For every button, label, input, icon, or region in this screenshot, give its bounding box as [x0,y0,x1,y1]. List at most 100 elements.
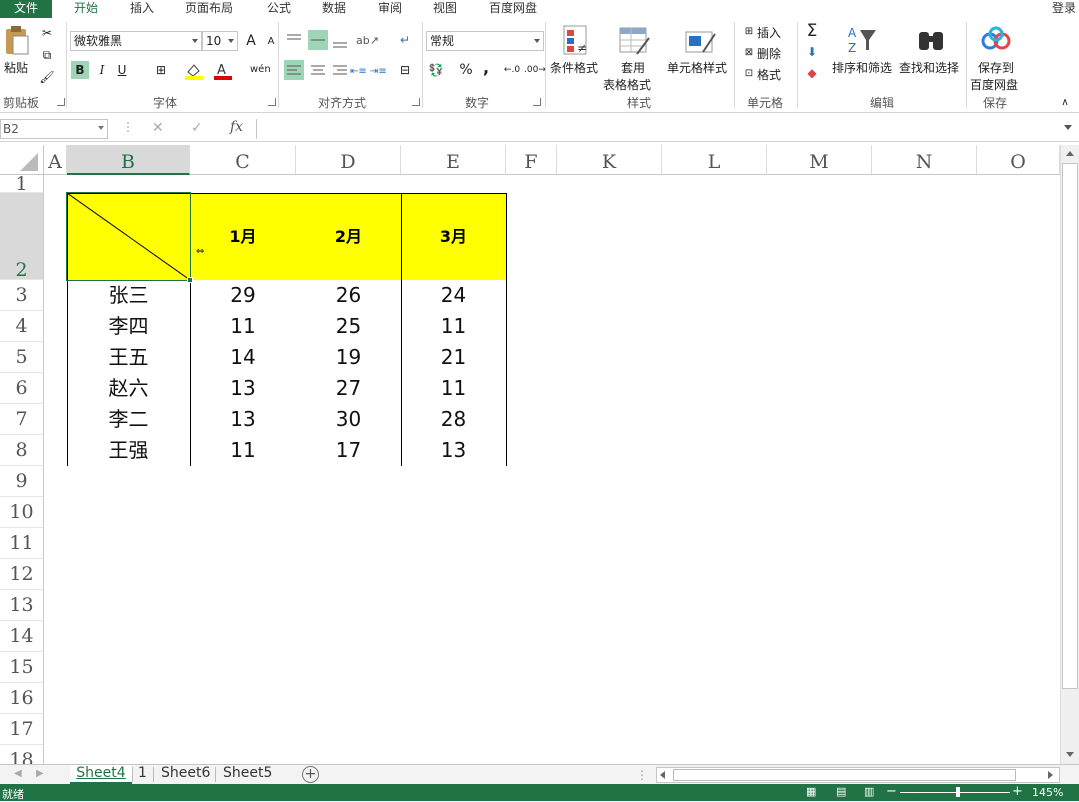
border-icon[interactable]: ⊞ [152,61,170,79]
prev-sheet-icon[interactable]: ◀ [14,768,22,779]
value-cell[interactable]: 26 [296,280,401,311]
tab-insert[interactable]: 插入 [130,0,154,18]
column-header-b[interactable]: B [67,145,190,175]
name-box[interactable]: B2 [0,119,108,139]
sort-filter-icon[interactable]: AZ [846,24,880,56]
add-sheet-icon[interactable]: + [302,766,319,783]
value-cell[interactable]: 30 [296,404,401,435]
sheet-tab-sheet5[interactable]: Sheet5 [223,765,272,784]
sheet-tab-sheet6[interactable]: Sheet6 [161,765,210,784]
cut-icon[interactable]: ✂ [38,24,56,42]
delete-cells-button[interactable]: 删除 [757,45,781,62]
row-header-15[interactable]: 15 [0,652,44,683]
copy-icon[interactable]: ⧉ [38,46,56,64]
scroll-up-icon[interactable] [1066,151,1074,156]
format-as-table-icon[interactable] [617,24,651,58]
row-header-10[interactable]: 10 [0,497,44,528]
percent-button[interactable]: % [457,61,475,79]
decrease-decimal-icon[interactable]: .00→ [524,61,546,79]
vertical-align-icons[interactable]: ab↗ [284,30,394,50]
format-cells-button[interactable]: 格式 [757,66,781,83]
sheet-tab-sheet4[interactable]: Sheet4 [70,765,132,784]
conditional-format-button[interactable]: 条件格式 [550,59,598,76]
value-cell[interactable]: 27 [296,373,401,404]
value-cell[interactable]: 13 [190,404,296,435]
tab-split-grip-icon[interactable]: ⋮ [636,768,648,782]
column-header-o[interactable]: O [977,145,1060,175]
cell-styles-icon[interactable] [683,24,717,58]
delete-cells-icon[interactable]: ⊠ [740,44,758,62]
row-header-6[interactable]: 6 [0,373,44,404]
find-select-button[interactable]: 查找和选择 [899,59,959,76]
number-launcher-icon[interactable] [533,98,541,106]
fill-icon[interactable]: ⬇ [803,43,821,61]
tab-page-layout[interactable]: 页面布局 [185,0,233,18]
wrap-text-icon[interactable]: ↵ [396,31,414,49]
tab-baidu-netdisk[interactable]: 百度网盘 [489,0,537,18]
zoom-in-icon[interactable]: + [1012,784,1023,799]
select-all-button[interactable] [0,145,44,175]
tab-home[interactable]: 开始 [74,0,98,18]
selected-cell-b2[interactable] [66,192,191,281]
column-header-d[interactable]: D [296,145,401,175]
tab-formulas[interactable]: 公式 [267,0,291,18]
save-to-baidu-label-1[interactable]: 保存到 [978,59,1014,76]
font-color-icon[interactable]: A [213,62,233,80]
format-painter-icon[interactable]: 🖌 [38,68,56,86]
value-cell[interactable]: 11 [401,373,506,404]
page-layout-view-icon[interactable]: ▤ [836,785,846,798]
value-cell[interactable]: 28 [401,404,506,435]
name-cell[interactable]: 王强 [67,435,190,466]
row-header-17[interactable]: 17 [0,714,44,745]
month-header[interactable]: 1月 [190,193,296,280]
value-cell[interactable]: 21 [401,342,506,373]
phonetic-icon[interactable]: wén [250,61,271,79]
format-as-table-label-2[interactable]: 表格格式 [603,76,651,93]
row-header-5[interactable]: 5 [0,342,44,373]
insert-cells-button[interactable]: 插入 [757,24,781,41]
row-header-11[interactable]: 11 [0,528,44,559]
value-cell[interactable]: 19 [296,342,401,373]
row-header-2[interactable]: 2 [0,193,44,281]
row-header-13[interactable]: 13 [0,590,44,621]
expand-formula-icon[interactable] [1064,125,1072,130]
file-tab[interactable]: 文件 [0,0,52,18]
vertical-scroll-thumb[interactable] [1062,163,1078,689]
insert-cells-icon[interactable]: ⊞ [740,23,758,41]
column-header-f[interactable]: F [506,145,557,175]
tab-view[interactable]: 视图 [433,0,457,18]
zoom-slider[interactable] [900,792,1010,793]
value-cell[interactable]: 13 [401,435,506,466]
column-header-k[interactable]: K [557,145,662,175]
clipboard-launcher-icon[interactable] [57,98,65,106]
scroll-right-icon[interactable] [1048,771,1053,779]
formula-input[interactable] [256,119,1060,139]
name-cell[interactable]: 张三 [67,280,190,311]
row-header-4[interactable]: 4 [0,311,44,342]
column-header-e[interactable]: E [401,145,506,175]
value-cell[interactable]: 29 [190,280,296,311]
autosum-button[interactable]: Σ [803,22,821,40]
page-break-view-icon[interactable]: ▥ [864,785,874,798]
login-link[interactable]: 登录 [1052,0,1076,18]
column-header-c[interactable]: C [190,145,296,175]
conditional-format-icon[interactable]: ≠ [560,24,592,58]
value-cell[interactable]: 13 [190,373,296,404]
tab-data[interactable]: 数据 [322,0,346,18]
font-name-select[interactable]: 微软雅黑 [70,31,202,51]
row-header-3[interactable]: 3 [0,280,44,311]
name-cell[interactable]: 王五 [67,342,190,373]
row-header-14[interactable]: 14 [0,621,44,652]
horizontal-align-icons[interactable]: ⇤≡ ⇥≡ [284,60,394,80]
zoom-level[interactable]: 145% [1032,786,1063,799]
sheet-tab-1[interactable]: 1 [138,765,147,784]
value-cell[interactable]: 11 [401,311,506,342]
paste-button[interactable]: 粘贴 [4,59,28,76]
zoom-out-icon[interactable]: − [886,784,897,799]
bold-button[interactable]: B [71,61,89,79]
row-header-16[interactable]: 16 [0,683,44,714]
cell-styles-button[interactable]: 单元格样式 [667,59,727,76]
scroll-down-icon[interactable] [1066,752,1074,757]
number-format-select[interactable]: 常规 [426,31,544,51]
save-to-baidu-label-2[interactable]: 百度网盘 [970,76,1018,93]
